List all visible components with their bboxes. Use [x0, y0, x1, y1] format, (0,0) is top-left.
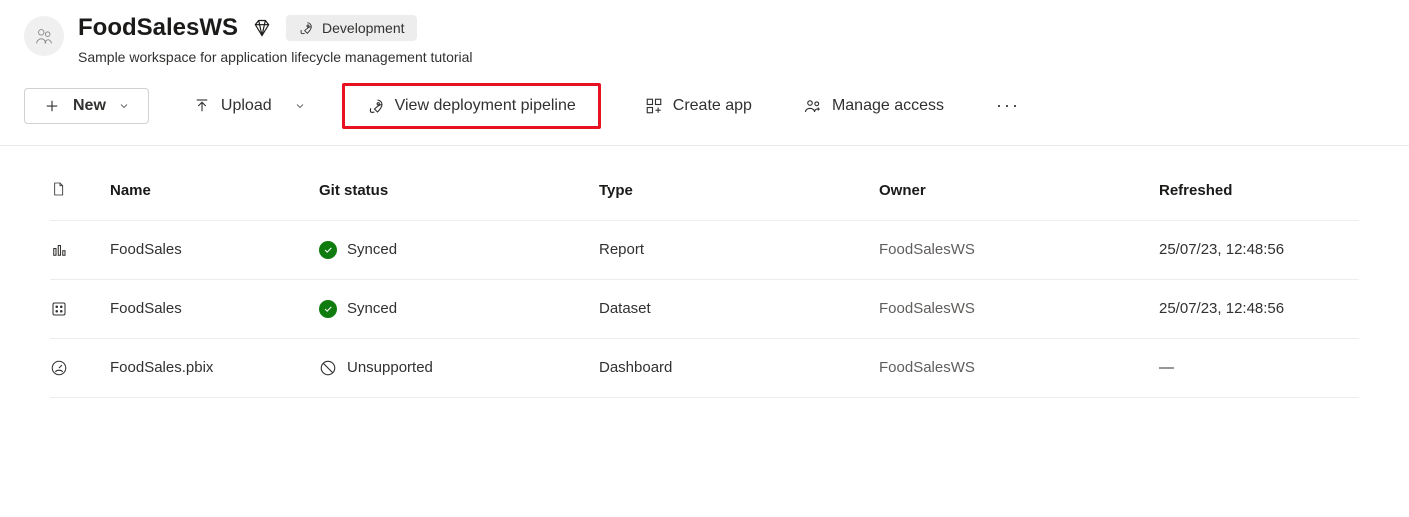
workspace-header: FoodSalesWS Development Sample workspace… [0, 0, 1409, 65]
stage-badge-label: Development [322, 20, 405, 36]
new-button[interactable]: New [24, 88, 149, 124]
row-git-status: Unsupported [319, 359, 599, 377]
chevron-down-icon [118, 100, 130, 112]
row-type-icon [50, 241, 110, 259]
upload-button-label: Upload [221, 97, 272, 115]
people-icon [804, 97, 822, 115]
row-git-status: Synced [319, 241, 599, 259]
rocket-icon [367, 97, 385, 115]
column-header-git-status[interactable]: Git status [319, 182, 599, 199]
column-header-name[interactable]: Name [110, 182, 319, 199]
table-row[interactable]: FoodSalesSyncedDatasetFoodSalesWS25/07/2… [50, 280, 1359, 339]
column-header-type[interactable]: Type [599, 182, 879, 199]
row-type-icon [50, 359, 110, 377]
row-name: FoodSales [110, 241, 319, 258]
table-row[interactable]: FoodSales.pbixUnsupportedDashboardFoodSa… [50, 339, 1359, 398]
toolbar: New Upload View deployment pipeline Crea… [0, 65, 1409, 146]
row-owner: FoodSalesWS [879, 241, 1159, 258]
row-owner: FoodSalesWS [879, 359, 1159, 376]
stage-badge[interactable]: Development [286, 15, 417, 41]
row-type-icon [50, 300, 110, 318]
plus-icon [43, 97, 61, 115]
row-type: Dashboard [599, 359, 879, 376]
column-header-icon[interactable] [50, 180, 110, 202]
row-owner: FoodSalesWS [879, 300, 1159, 317]
column-header-owner[interactable]: Owner [879, 182, 1159, 199]
upload-button[interactable]: Upload [185, 91, 280, 121]
app-icon [645, 97, 663, 115]
row-type: Dataset [599, 300, 879, 317]
manage-access-button[interactable]: Manage access [796, 91, 952, 121]
rocket-icon [298, 20, 314, 36]
view-pipeline-highlight: View deployment pipeline [342, 83, 601, 129]
view-pipeline-label: View deployment pipeline [395, 97, 576, 115]
row-refreshed: — [1159, 359, 1359, 376]
row-git-status: Synced [319, 300, 599, 318]
manage-access-label: Manage access [832, 97, 944, 115]
premium-icon [252, 18, 272, 38]
row-refreshed: 25/07/23, 12:48:56 [1159, 241, 1359, 258]
row-refreshed: 25/07/23, 12:48:56 [1159, 300, 1359, 317]
more-button[interactable]: ··· [988, 89, 1028, 122]
new-button-label: New [73, 97, 106, 115]
page-title: FoodSalesWS [78, 14, 238, 43]
upload-chevron-down-icon[interactable] [294, 100, 306, 112]
table-header-row: Name Git status Type Owner Refreshed [50, 168, 1359, 221]
unsupported-icon [319, 359, 337, 377]
row-name: FoodSales [110, 300, 319, 317]
workspace-description: Sample workspace for application lifecyc… [78, 49, 473, 65]
workspace-avatar-icon [24, 16, 64, 56]
row-type: Report [599, 241, 879, 258]
row-name: FoodSales.pbix [110, 359, 319, 376]
synced-icon [319, 241, 337, 259]
upload-icon [193, 97, 211, 115]
table-row[interactable]: FoodSalesSyncedReportFoodSalesWS25/07/23… [50, 221, 1359, 280]
synced-icon [319, 300, 337, 318]
create-app-label: Create app [673, 97, 752, 115]
items-table: Name Git status Type Owner Refreshed Foo… [0, 146, 1409, 398]
view-deployment-pipeline-button[interactable]: View deployment pipeline [359, 91, 584, 121]
column-header-refreshed[interactable]: Refreshed [1159, 182, 1359, 199]
create-app-button[interactable]: Create app [637, 91, 760, 121]
more-icon: ··· [996, 95, 1020, 116]
